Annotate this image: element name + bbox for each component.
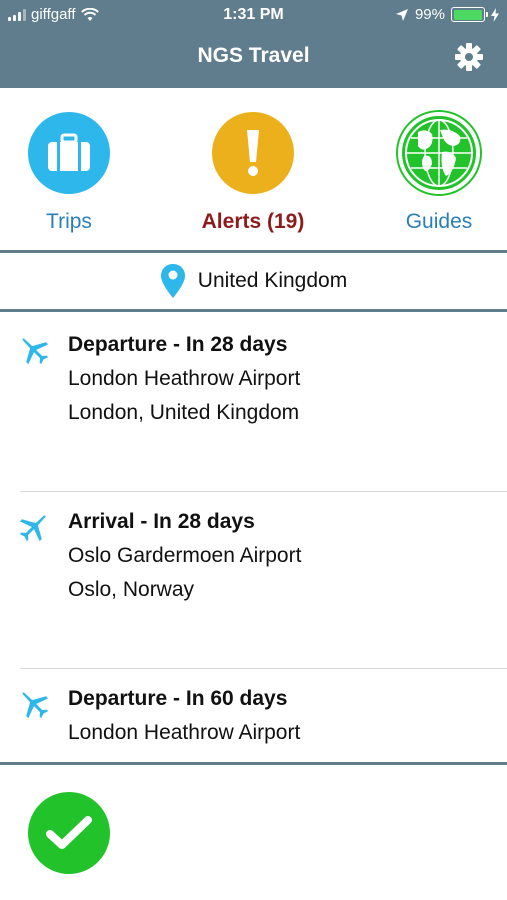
map-pin-icon xyxy=(160,264,185,298)
trip-city: London, United Kingdom xyxy=(68,401,300,424)
plane-arrival-icon xyxy=(19,515,46,542)
bottom-bar xyxy=(0,765,507,900)
list-item[interactable]: Departure - In 28 days London Heathrow A… xyxy=(0,312,507,489)
trip-airport: London Heathrow Airport xyxy=(68,721,301,744)
page-title: NGS Travel xyxy=(197,44,310,67)
checkmark-icon xyxy=(46,816,92,849)
plane-departure-icon xyxy=(22,338,49,365)
suitcase-icon xyxy=(48,133,90,171)
trip-title: Arrival - In 28 days xyxy=(68,510,255,533)
guides-button[interactable]: Guides xyxy=(364,112,507,242)
battery-icon xyxy=(451,7,488,22)
trip-city: Oslo, Norway xyxy=(68,578,195,601)
trip-airport: Oslo Gardermoen Airport xyxy=(68,544,302,567)
confirm-button[interactable] xyxy=(28,792,110,874)
battery-percent: 99% xyxy=(414,6,445,23)
trips-label: Trips xyxy=(46,210,92,233)
trip-list[interactable]: Departure - In 28 days London Heathrow A… xyxy=(0,312,507,762)
list-item[interactable]: Arrival - In 28 days Oslo Gardermoen Air… xyxy=(0,489,507,666)
list-item[interactable]: Departure - In 60 days London Heathrow A… xyxy=(0,666,507,762)
alerts-button[interactable]: Alerts (19) xyxy=(178,112,328,242)
app-header: giffgaff 1:31 PM 99% NGS Travel xyxy=(0,0,507,88)
trip-title: Departure - In 28 days xyxy=(68,333,288,356)
trips-button[interactable]: Trips xyxy=(0,112,144,242)
location-arrow-icon xyxy=(395,8,408,21)
guides-circle xyxy=(398,112,480,194)
charging-icon xyxy=(491,7,499,22)
exclamation-icon xyxy=(247,130,259,176)
location-label: United Kingdom xyxy=(197,269,348,292)
alerts-label: Alerts (19) xyxy=(201,210,305,233)
gear-icon[interactable] xyxy=(452,40,486,74)
trip-airport: London Heathrow Airport xyxy=(68,367,301,390)
trips-circle xyxy=(28,112,110,194)
guides-label: Guides xyxy=(405,210,473,233)
status-bar: giffgaff 1:31 PM 99% xyxy=(0,0,507,30)
trip-title: Departure - In 60 days xyxy=(68,687,288,710)
plane-departure-icon xyxy=(22,692,49,719)
main-tiles: Trips Alerts (19) Guides xyxy=(0,88,507,250)
alerts-circle xyxy=(212,112,294,194)
location-selector[interactable]: United Kingdom xyxy=(0,253,507,309)
globe-icon xyxy=(405,119,473,187)
